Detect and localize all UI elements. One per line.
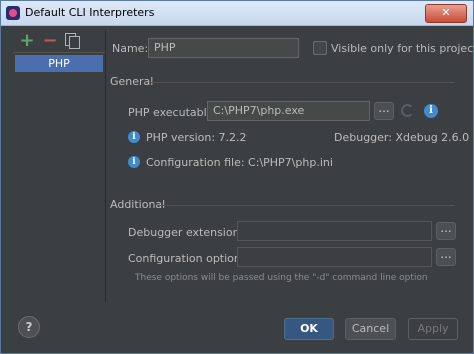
name-field[interactable]: PHP — [148, 38, 299, 58]
info-icon: i — [128, 131, 140, 143]
info-icon[interactable]: i — [424, 104, 438, 118]
php-version-text: PHP version: 7.2.2 — [146, 131, 247, 144]
close-button[interactable]: ✕ — [425, 4, 467, 23]
additional-heading: Additional — [110, 198, 166, 211]
help-button[interactable]: ? — [18, 316, 40, 338]
plus-icon[interactable]: + — [19, 32, 35, 50]
additional-separator — [159, 205, 455, 206]
ok-button[interactable]: OK — [284, 318, 334, 340]
minus-icon[interactable]: − — [42, 32, 58, 50]
general-heading: General — [110, 75, 154, 88]
phpstorm-app-icon — [6, 6, 20, 20]
config-file-text[interactable]: Configuration file: C:\PHP7\php.ini — [146, 156, 333, 169]
reload-icon[interactable] — [401, 104, 414, 117]
configuration-options-label: Configuration options: — [128, 252, 251, 265]
browse-executable-button[interactable]: ... — [374, 102, 394, 120]
php-executable-label: PHP executable: — [128, 106, 218, 119]
copy-icon[interactable] — [65, 33, 80, 49]
apply-button[interactable]: Apply — [408, 318, 458, 340]
title-bar: Default CLI Interpreters ✕ — [1, 1, 473, 26]
browse-extension-button[interactable]: ... — [436, 222, 456, 240]
php-executable-field[interactable]: C:\PHP7\php.exe — [207, 101, 370, 121]
dialog-window: Default CLI Interpreters ✕ + − PHP Name:… — [0, 0, 474, 354]
configuration-options-field[interactable] — [237, 247, 432, 267]
visible-only-label: Visible only for this project — [331, 42, 474, 55]
window-title: Default CLI Interpreters — [25, 6, 155, 19]
debugger-extension-label: Debugger extension: — [128, 226, 244, 239]
debugger-text: Debugger: Xdebug 2.6.0 — [334, 131, 470, 144]
interpreter-list: PHP — [13, 52, 105, 303]
general-separator — [149, 82, 455, 83]
debugger-extension-field[interactable] — [237, 221, 432, 241]
options-hint: These options will be passed using the "… — [135, 273, 428, 283]
panel-divider — [105, 30, 106, 302]
cancel-button[interactable]: Cancel — [345, 318, 396, 340]
visible-only-checkbox[interactable] — [313, 41, 327, 55]
info-icon: i — [128, 156, 140, 168]
interpreters-panel: + − PHP — [13, 30, 105, 302]
interpreter-item-php[interactable]: PHP — [15, 55, 103, 72]
edit-options-button[interactable]: ... — [436, 248, 456, 266]
name-label: Name: — [112, 42, 149, 55]
